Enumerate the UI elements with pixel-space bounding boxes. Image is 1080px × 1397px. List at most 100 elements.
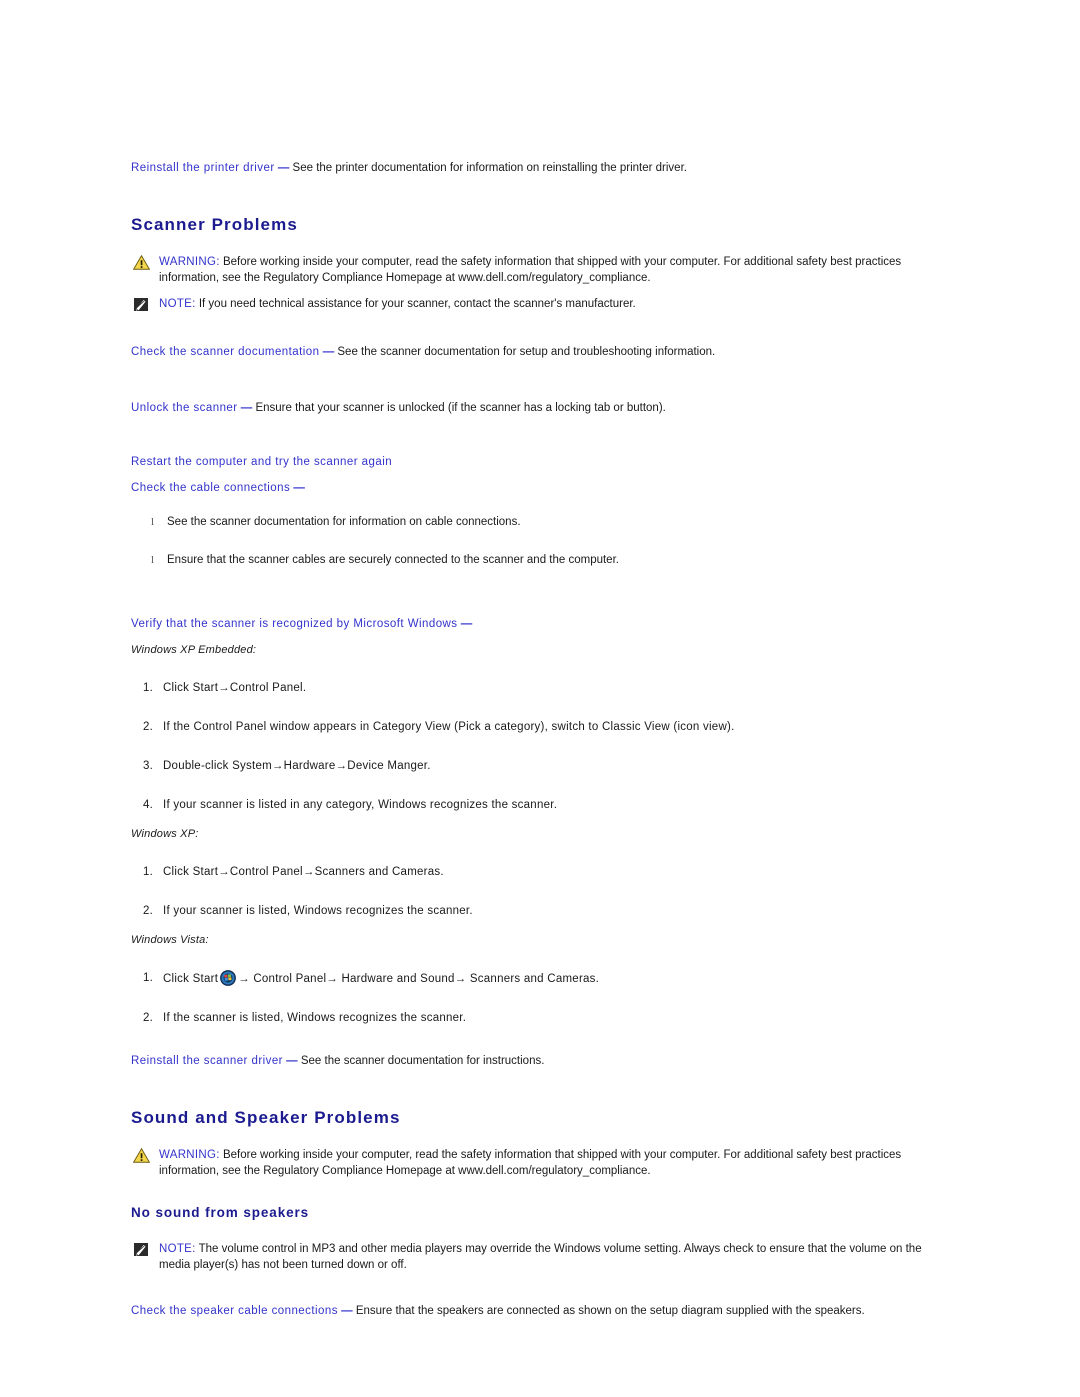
step-number: 3. <box>143 760 154 772</box>
cable-connection-bullet-list: l See the scanner documentation for info… <box>131 514 931 568</box>
step-text-part: Scanners and Cameras. <box>314 866 444 878</box>
check-speaker-cable-connections-body: Ensure that the speakers are connected a… <box>355 1305 865 1317</box>
step-number: 1. <box>143 866 154 878</box>
note-text: If you need technical assistance for you… <box>198 298 636 310</box>
arrow-icon: → <box>335 760 348 772</box>
reinstall-scanner-driver-lead: Reinstall the scanner driver <box>131 1055 283 1067</box>
step-number: 2. <box>143 721 154 733</box>
xp-embedded-steps: 1. Click Start→Control Panel. 2. If the … <box>131 680 931 814</box>
step-text-part: Device Manger. <box>347 760 431 772</box>
verify-scanner-recognized-lead: Verify that the scanner is recognized by… <box>131 618 458 630</box>
note-label: NOTE: <box>159 298 196 310</box>
reinstall-printer-driver-lead: Reinstall the printer driver <box>131 162 275 174</box>
step-text-part: Double-click System <box>163 760 272 772</box>
unlock-scanner-body: Ensure that your scanner is unlocked (if… <box>255 402 666 414</box>
arrow-icon: → <box>302 866 315 878</box>
list-item: 1. Click Start → Control Panel→ Hardware … <box>131 970 931 988</box>
em-dash: — <box>286 1055 298 1067</box>
note-pencil-icon <box>133 297 150 312</box>
list-item: 2. If the scanner is listed, Windows rec… <box>131 1010 931 1027</box>
scanner-warning-callout: WARNING: Before working inside your comp… <box>131 254 931 286</box>
list-item: 1. Click Start→Control Panel→Scanners an… <box>131 864 931 881</box>
arrow-icon: → <box>218 682 230 694</box>
step-text: If the scanner is listed, Windows recogn… <box>163 1012 467 1024</box>
document-page: Reinstall the printer driver — See the p… <box>0 0 1080 1397</box>
os-label-xp-embedded: Windows XP Embedded: <box>131 644 257 656</box>
os-label-vista: Windows Vista: <box>131 934 209 946</box>
em-dash: — <box>322 346 335 358</box>
verify-scanner-recognized-paragraph: Verify that the scanner is recognized by… <box>131 616 931 632</box>
step-number: 4. <box>143 799 154 811</box>
warning-triangle-icon <box>133 255 150 270</box>
em-dash: — <box>460 618 473 630</box>
os-label-xp: Windows XP: <box>131 828 199 840</box>
em-dash: — <box>293 482 305 494</box>
warning-text: Before working inside your computer, rea… <box>159 256 902 284</box>
step-number: 2. <box>143 905 154 917</box>
check-cable-connections-lead: Check the cable connections <box>131 482 291 494</box>
warning-triangle-icon <box>133 1148 150 1163</box>
list-item: 2. If the Control Panel window appears i… <box>131 719 931 736</box>
step-text: Click Start → Control Panel→ Hardware and… <box>163 970 599 986</box>
bullet-marker: l <box>151 516 155 528</box>
step-text: If the Control Panel window appears in C… <box>163 721 735 733</box>
em-dash: — <box>277 162 290 174</box>
note-text: The volume control in MP3 and other medi… <box>159 1243 922 1271</box>
sound-warning-callout: WARNING: Before working inside your comp… <box>131 1147 931 1179</box>
vista-steps: 1. Click Start → Control Panel→ Hardware … <box>131 970 931 1027</box>
step-text-part: Click Start <box>163 973 219 985</box>
check-scanner-documentation-paragraph: Check the scanner documentation — See th… <box>131 344 931 360</box>
unlock-scanner-lead: Unlock the scanner <box>131 402 238 414</box>
step-text-part: Click Start <box>163 866 219 878</box>
step-text-part: Control Panel <box>229 866 303 878</box>
step-text: If your scanner is listed, Windows recog… <box>163 905 473 917</box>
arrow-icon: → <box>218 866 230 878</box>
step-number: 2. <box>143 1012 154 1024</box>
xp-steps: 1. Click Start→Control Panel→Scanners an… <box>131 864 931 920</box>
step-number: 1. <box>143 682 154 694</box>
check-speaker-cable-connections-paragraph: Check the speaker cable connections — En… <box>131 1303 931 1319</box>
check-speaker-cable-connections-lead: Check the speaker cable connections <box>131 1305 338 1317</box>
em-dash: — <box>240 402 253 414</box>
list-item-text: Ensure that the scanner cables are secur… <box>167 554 619 566</box>
reinstall-scanner-driver-paragraph: Reinstall the scanner driver — See the s… <box>131 1053 931 1069</box>
bullet-marker: l <box>151 554 155 566</box>
check-scanner-documentation-lead: Check the scanner documentation <box>131 346 320 358</box>
step-text: If your scanner is listed in any categor… <box>163 799 558 811</box>
step-text-part: Hardware <box>283 760 336 772</box>
step-text: Click Start→Control Panel. <box>163 682 306 694</box>
list-item: l See the scanner documentation for info… <box>131 514 931 530</box>
warning-text: Before working inside your computer, rea… <box>159 1149 902 1177</box>
list-item: 4. If your scanner is listed in any cate… <box>131 797 931 814</box>
list-item: 3. Double-click System→Hardware→Device M… <box>131 758 931 775</box>
warning-label: WARNING: <box>159 256 220 268</box>
unlock-scanner-paragraph: Unlock the scanner — Ensure that your sc… <box>131 400 931 416</box>
sound-note-callout: NOTE: The volume control in MP3 and othe… <box>131 1241 931 1273</box>
document-content: Reinstall the printer driver — See the p… <box>131 160 931 1319</box>
step-text-part: Control Panel. <box>229 682 307 694</box>
list-item: 2. If your scanner is listed, Windows re… <box>131 903 931 920</box>
step-text-part: Click Start <box>163 682 219 694</box>
step-text: Double-click System→Hardware→Device Mang… <box>163 760 431 772</box>
list-item: l Ensure that the scanner cables are sec… <box>131 552 931 568</box>
scanner-note-callout: NOTE: If you need technical assistance f… <box>131 296 931 312</box>
